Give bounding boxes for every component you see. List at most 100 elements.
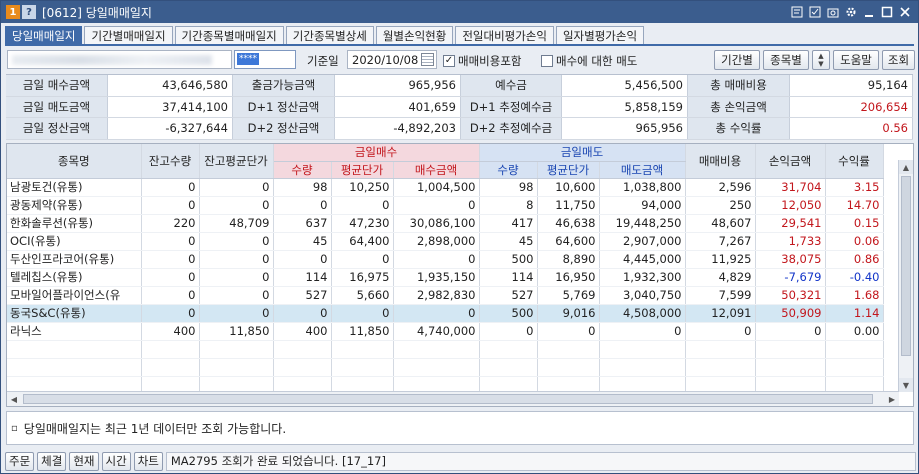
summary-value: 43,646,580 xyxy=(108,75,233,96)
cell-buy-qty: 0 xyxy=(273,304,332,323)
cell-fee: 12,091 xyxy=(685,304,756,323)
scroll-left-icon[interactable]: ◀ xyxy=(7,392,21,406)
sell-on-buy-checkbox[interactable]: 매수에 대한 매도 xyxy=(541,53,637,69)
cell-sell-amt: 4,445,000 xyxy=(599,250,686,269)
table-row[interactable]: OCI(유통) 0 0 45 64,400 2,898,000 45 64,600 2,907,… xyxy=(7,232,884,251)
cell-buy-amt xyxy=(393,358,480,377)
col-header-pnl[interactable]: 손익금액 xyxy=(755,144,826,179)
col-header-sell-qty[interactable]: 수량 xyxy=(479,161,538,179)
tab-bar: 당일매매일지 기간별매매일지 기간종목별매매일지 기간종목별상세 월별손익현황 … xyxy=(5,26,646,45)
cell-buy-amt: 2,982,830 xyxy=(393,286,480,305)
col-header-buy-qty[interactable]: 수량 xyxy=(273,161,332,179)
scroll-thumb[interactable] xyxy=(901,176,911,356)
cell-sell-amt: 94,000 xyxy=(599,196,686,215)
sell-on-buy-check-icon[interactable] xyxy=(541,55,553,67)
trading-journal-window: 1 ? [0612] 당일매매일지 당일매매일지 기간별매매일지 기간종목별매매… xyxy=(0,0,919,474)
table-row[interactable]: 광동제약(유통) 0 0 0 0 0 8 11,750 94,000 250 12,050 14.70 xyxy=(7,196,884,215)
memo-icon[interactable] xyxy=(790,5,804,19)
tab-prev-day-eval[interactable]: 전일대비평가손익 xyxy=(455,26,554,45)
table-row[interactable]: 남광토건(유통) 0 0 98 10,250 1,004,500 98 10,600 1,038… xyxy=(7,178,884,197)
tab-monthly-pnl[interactable]: 월별손익현황 xyxy=(375,26,454,45)
cell-buy-amt: 4,740,000 xyxy=(393,322,480,341)
summary-value: 0.56 xyxy=(790,118,913,139)
table-row[interactable]: 모바일어플라이언스(유 0 0 527 5,660 2,982,830 527 5,769 3,… xyxy=(7,286,884,305)
minimize-icon[interactable] xyxy=(862,5,876,19)
camera-icon[interactable] xyxy=(826,5,840,19)
table-row[interactable]: 동국S&C(유통) 0 0 0 0 0 500 9,016 4,508,000 12,091 50,… xyxy=(7,304,884,323)
table-row[interactable]: 한화솔루션(유통) 220 48,709 637 47,230 30,086,100 417… xyxy=(7,214,884,233)
col-header-name[interactable]: 종목명 xyxy=(7,144,142,179)
current-price-button[interactable]: 현재 xyxy=(69,451,99,471)
scroll-right-icon[interactable]: ▶ xyxy=(885,392,899,406)
cell-buy-qty: 98 xyxy=(273,178,332,197)
cell-buy-qty: 400 xyxy=(273,322,332,341)
scroll-thumb-horizontal[interactable] xyxy=(23,394,873,404)
close-icon[interactable] xyxy=(898,5,912,19)
cell-buy-qty xyxy=(273,358,332,377)
cell-sell-avg: 5,769 xyxy=(537,286,600,305)
help-badge[interactable]: ? xyxy=(22,5,36,19)
gear-icon[interactable] xyxy=(844,5,858,19)
tab-daily-eval[interactable]: 일자별평가손익 xyxy=(555,26,645,45)
table-row[interactable] xyxy=(7,358,884,377)
cell-pnl xyxy=(755,340,826,359)
summary-value: 965,956 xyxy=(562,118,688,139)
tab-daily-journal[interactable]: 당일매매일지 xyxy=(5,26,83,45)
fee-include-checkbox[interactable]: ✓ 매매비용포함 xyxy=(443,53,521,69)
tab-period-journal[interactable]: 기간별매매일지 xyxy=(84,26,173,45)
calendar-icon[interactable] xyxy=(421,53,434,66)
horizontal-scrollbar[interactable]: ◀ ▶ xyxy=(7,391,899,406)
table-row[interactable]: 텔레칩스(유통) 0 0 114 16,975 1,935,150 114 16,950 1,9… xyxy=(7,268,884,287)
cell-buy-avg: 64,400 xyxy=(331,232,394,251)
check-icon[interactable] xyxy=(808,5,822,19)
scroll-down-icon[interactable]: ▼ xyxy=(899,378,913,392)
account-selector[interactable] xyxy=(7,50,232,69)
cell-sell-amt: 3,040,750 xyxy=(599,286,686,305)
cell-sell-qty: 417 xyxy=(479,214,538,233)
up-down-spinner[interactable]: ▲ ▼ xyxy=(812,50,830,70)
time-button[interactable]: 시간 xyxy=(101,451,131,471)
screen-number-badge[interactable]: 1 xyxy=(6,5,20,19)
col-header-hold-qty[interactable]: 잔고수량 xyxy=(141,144,200,179)
query-button[interactable]: 조회 xyxy=(882,50,915,70)
scroll-up-icon[interactable]: ▲ xyxy=(899,160,913,174)
col-header-fee[interactable]: 매매비용 xyxy=(685,144,756,179)
summary-label: D+2 추정예수금 xyxy=(461,118,562,139)
period-button[interactable]: 기간별 xyxy=(714,50,760,70)
col-header-buy-avg[interactable]: 평균단가 xyxy=(331,161,394,179)
cell-pnl: 38,075 xyxy=(755,250,826,269)
table-row[interactable] xyxy=(7,340,884,359)
summary-label: 예수금 xyxy=(461,75,562,96)
password-input[interactable]: **** xyxy=(234,50,296,69)
tab-period-stock-detail[interactable]: 기간종목별상세 xyxy=(285,26,374,45)
chart-button[interactable]: 차트 xyxy=(133,451,163,471)
execution-button[interactable]: 체결 xyxy=(37,451,67,471)
cell-pnl: 12,050 xyxy=(755,196,826,215)
cell-sell-qty xyxy=(479,340,538,359)
cell-buy-avg: 11,850 xyxy=(331,322,394,341)
triangle-up-icon[interactable]: ▲ xyxy=(818,52,823,60)
stock-button[interactable]: 종목별 xyxy=(763,50,809,70)
table-row[interactable]: 두산인프라코어(유통) 0 0 0 0 0 500 8,890 4,445,000 11,925 3… xyxy=(7,250,884,269)
title-bar[interactable]: 1 ? [0612] 당일매매일지 xyxy=(1,1,918,23)
maximize-icon[interactable] xyxy=(880,5,894,19)
vertical-scrollbar[interactable]: ▲ ▼ xyxy=(898,160,913,392)
triangle-down-icon[interactable]: ▼ xyxy=(818,60,823,68)
col-header-hold-avg[interactable]: 잔고평균단가 xyxy=(199,144,274,179)
trade-grid[interactable]: 종목명 잔고수량 잔고평균단가 금일매수 금일매도 매매비용 손익금액 수익률 … xyxy=(6,143,914,407)
col-header-rate[interactable]: 수익률 xyxy=(825,144,884,179)
cell-hold-avg: 0 xyxy=(199,286,274,305)
col-header-sell-amt[interactable]: 매도금액 xyxy=(599,161,686,179)
col-header-buy-amt[interactable]: 매수금액 xyxy=(393,161,480,179)
table-row[interactable]: 라닉스 400 11,850 400 11,850 4,740,000 0 0 0 0 0 0.00 xyxy=(7,322,884,341)
fee-include-check-icon[interactable]: ✓ xyxy=(443,55,455,67)
cell-sell-amt xyxy=(599,358,686,377)
tab-underline xyxy=(5,44,914,46)
cell-hold-qty: 0 xyxy=(141,286,200,305)
cell-name: 동국S&C(유통) xyxy=(7,304,142,323)
order-button[interactable]: 주문 xyxy=(5,451,35,471)
tab-period-stock-journal[interactable]: 기간종목별매매일지 xyxy=(174,26,284,45)
date-input[interactable]: 2020/10/08 xyxy=(347,50,437,69)
help-button[interactable]: 도움말 xyxy=(833,50,879,70)
col-header-sell-avg[interactable]: 평균단가 xyxy=(537,161,600,179)
